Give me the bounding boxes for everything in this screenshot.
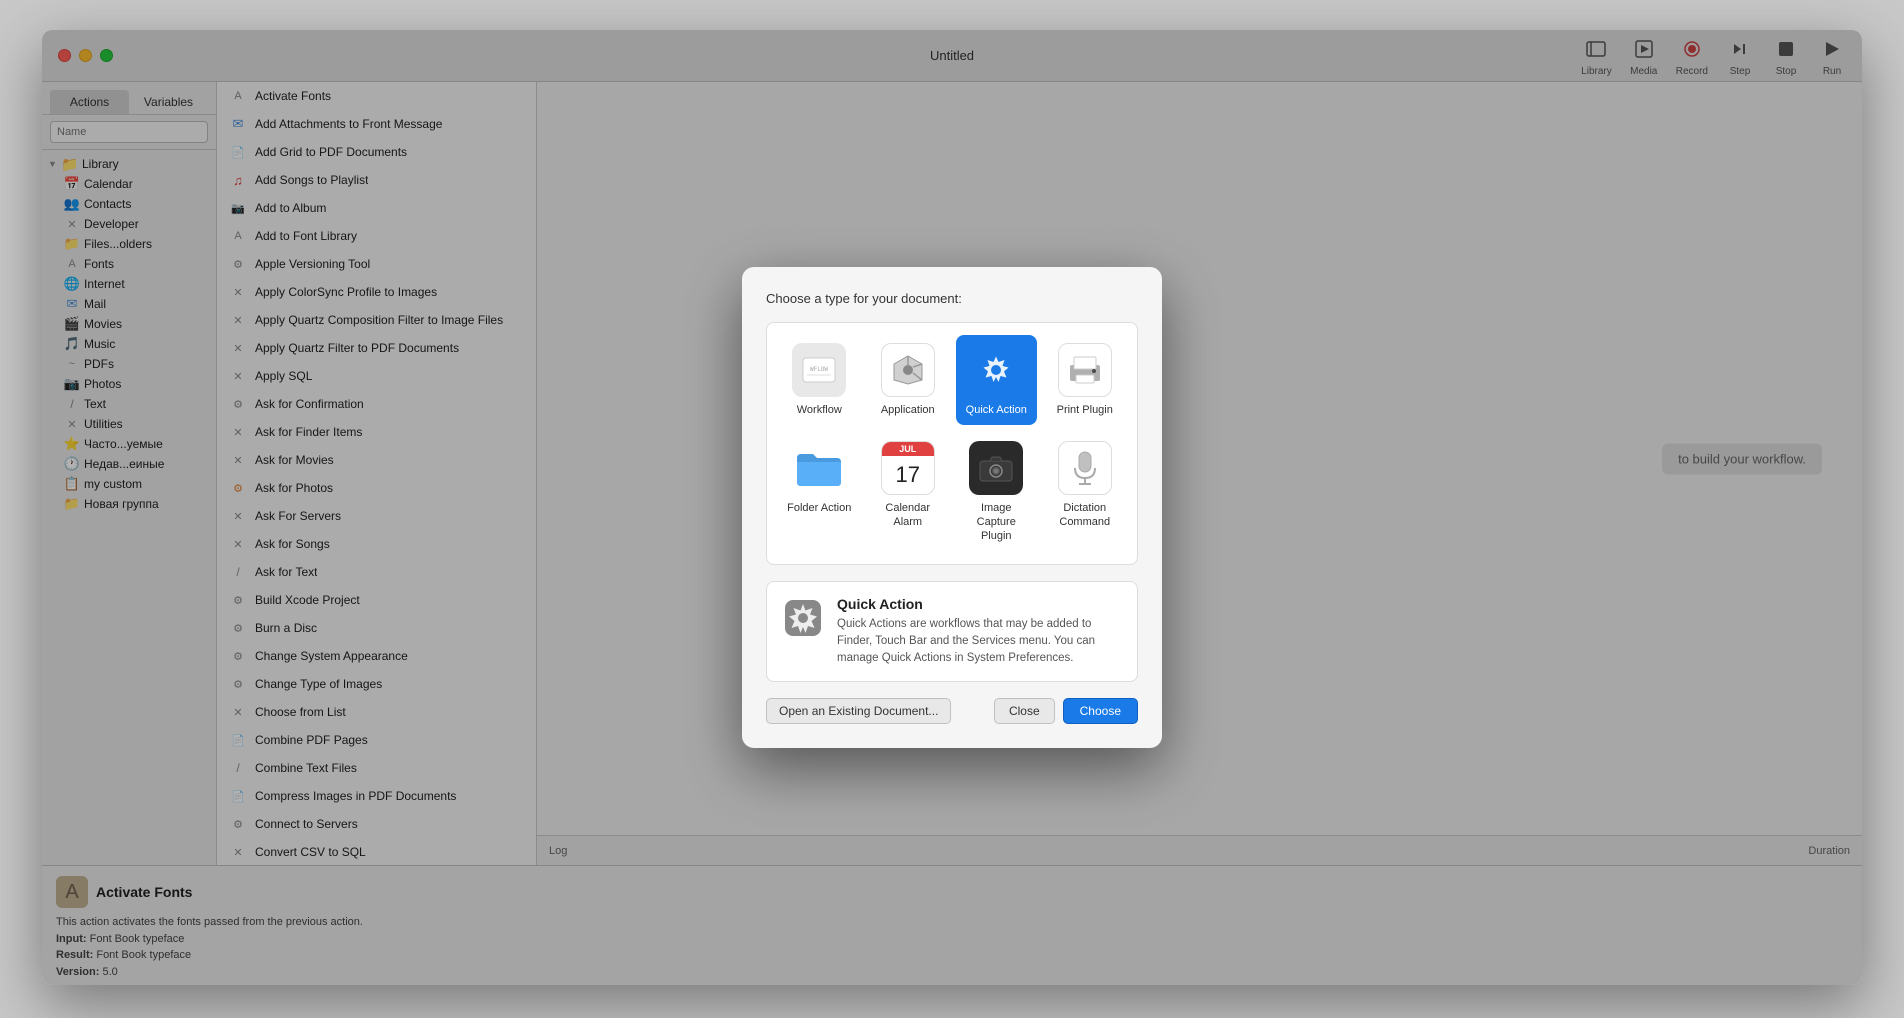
dictation-option-label: Dictation Command xyxy=(1049,501,1122,530)
calendar-alarm-option-icon: JUL 17 xyxy=(881,441,935,495)
modal-desc-content: Quick Action Quick Actions are workflows… xyxy=(837,596,1123,668)
folder-action-option-icon xyxy=(792,441,846,495)
svg-text:WFLOW: WFLOW xyxy=(810,366,828,373)
modal-overlay: Choose a type for your document: WFLOW W… xyxy=(42,30,1862,985)
modal-desc-text: Quick Actions are workflows that may be … xyxy=(837,616,1123,668)
modal-option-image-capture[interactable]: Image Capture Plugin xyxy=(956,433,1037,552)
workflow-option-label: Workflow xyxy=(797,403,842,417)
modal-option-dictation[interactable]: Dictation Command xyxy=(1045,433,1126,552)
close-button[interactable]: Close xyxy=(994,698,1055,724)
main-window: Untitled Library Media xyxy=(42,30,1862,985)
modal-btn-group: Close Choose xyxy=(994,698,1138,724)
modal-option-folder-action[interactable]: Folder Action xyxy=(779,433,860,552)
choose-button[interactable]: Choose xyxy=(1063,698,1138,724)
modal-title: Choose a type for your document: xyxy=(766,291,1138,306)
calendar-alarm-option-label: Calendar Alarm xyxy=(872,501,945,530)
modal-option-print-plugin[interactable]: Print Plugin xyxy=(1045,335,1126,425)
dictation-option-icon xyxy=(1058,441,1112,495)
modal-desc-title: Quick Action xyxy=(837,596,1123,612)
folder-action-option-label: Folder Action xyxy=(787,501,851,515)
workflow-option-icon: WFLOW xyxy=(792,343,846,397)
modal-option-quick-action[interactable]: Quick Action xyxy=(956,335,1037,425)
print-plugin-option-label: Print Plugin xyxy=(1057,403,1113,417)
quick-action-option-icon xyxy=(969,343,1023,397)
modal-buttons: Open an Existing Document... Close Choos… xyxy=(766,698,1138,724)
image-capture-option-label: Image Capture Plugin xyxy=(960,501,1033,544)
modal-option-calendar-alarm[interactable]: JUL 17 Calendar Alarm xyxy=(868,433,949,552)
modal-option-application[interactable]: Application xyxy=(868,335,949,425)
print-plugin-option-icon xyxy=(1058,343,1112,397)
modal-dialog: Choose a type for your document: WFLOW W… xyxy=(742,267,1162,749)
application-option-label: Application xyxy=(881,403,935,417)
quick-action-option-label: Quick Action xyxy=(966,403,1027,417)
modal-option-workflow[interactable]: WFLOW Workflow xyxy=(779,335,860,425)
application-option-icon xyxy=(881,343,935,397)
open-existing-button[interactable]: Open an Existing Document... xyxy=(766,698,951,724)
modal-type-grid: WFLOW Workflow xyxy=(766,322,1138,565)
modal-description: Quick Action Quick Actions are workflows… xyxy=(766,581,1138,683)
image-capture-option-icon xyxy=(969,441,1023,495)
modal-desc-icon xyxy=(781,596,825,640)
